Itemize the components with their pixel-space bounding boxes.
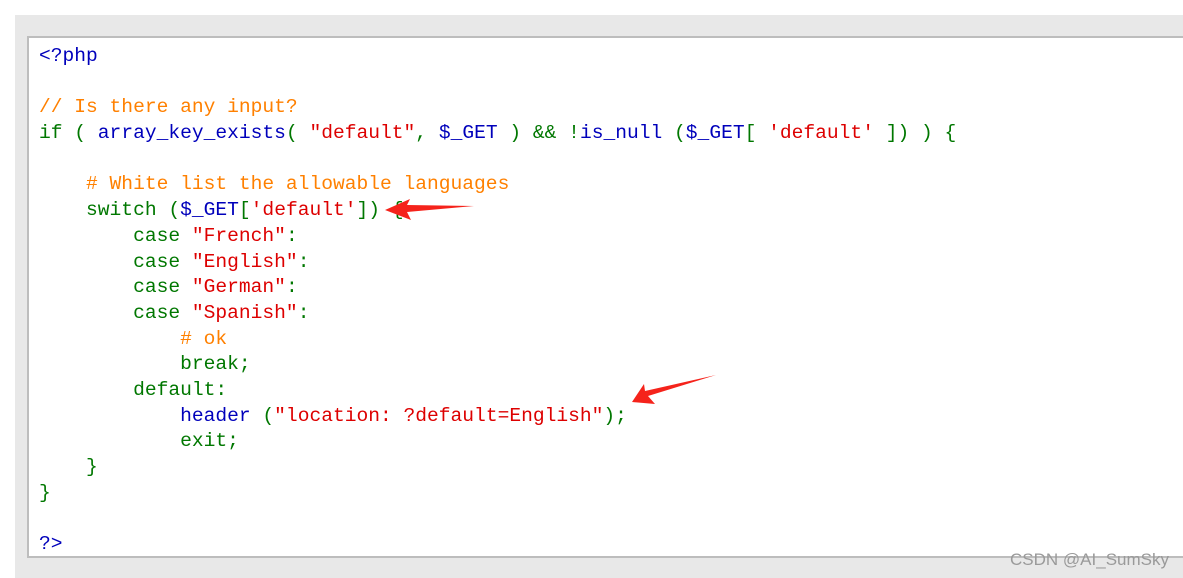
red-arrow-icon — [385, 199, 474, 220]
annotation-arrows — [385, 199, 716, 404]
watermark: CSDN @AI_SumSky — [1010, 550, 1169, 569]
red-arrow-icon — [632, 375, 716, 404]
